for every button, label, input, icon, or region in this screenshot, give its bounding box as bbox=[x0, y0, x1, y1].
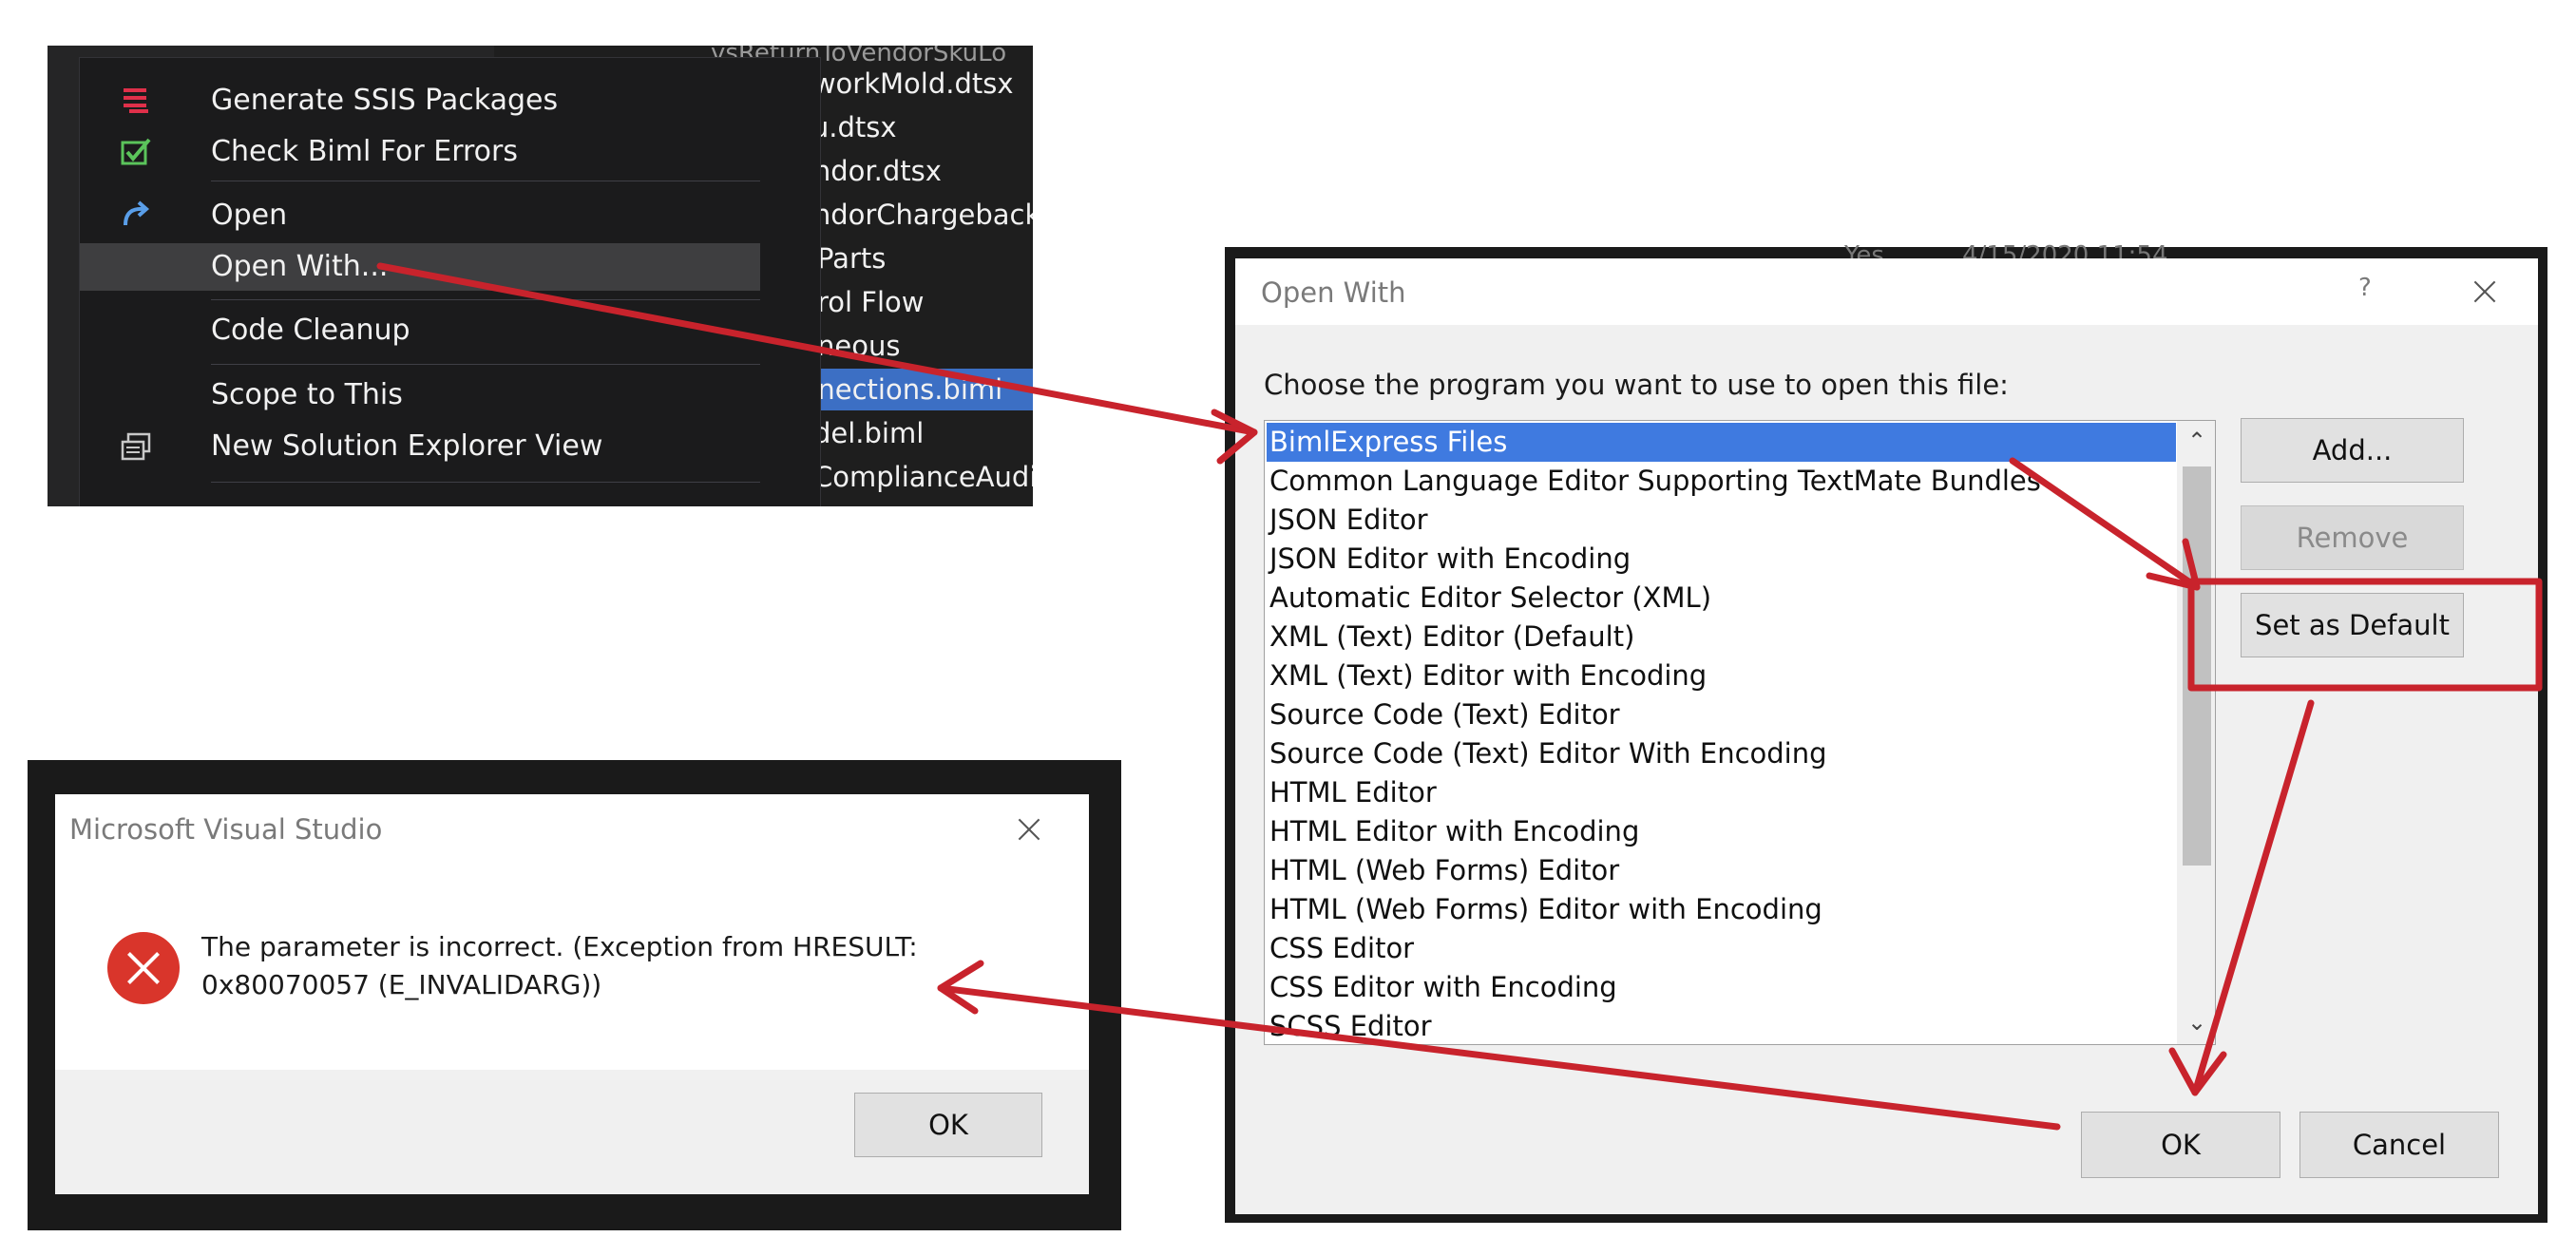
help-button[interactable]: ? bbox=[2358, 274, 2372, 302]
list-item[interactable]: XML (Text) Editor (Default) bbox=[1267, 618, 2176, 657]
list-item[interactable]: XML (Text) Editor with Encoding bbox=[1267, 657, 2176, 695]
dialog-titlebar: Open With ? bbox=[1235, 258, 2538, 325]
list-item[interactable]: CSS Editor bbox=[1267, 929, 2176, 968]
open-with-window-frame: Yes 4/15/2020 11:54 Open With ? Choose t… bbox=[1225, 241, 2547, 1223]
dialog-prompt: Choose the program you want to use to op… bbox=[1264, 369, 2009, 401]
menu-item-code-cleanup[interactable]: Code Cleanup bbox=[80, 307, 760, 354]
list-item[interactable]: JSON Editor with Encoding bbox=[1267, 540, 2176, 579]
menu-item-open-with[interactable]: Open With... bbox=[80, 243, 760, 291]
menu-item-label: Open With... bbox=[211, 250, 389, 283]
menu-separator bbox=[211, 482, 760, 483]
solution-view-icon bbox=[121, 432, 151, 461]
tree-item[interactable]: rol Flow bbox=[817, 281, 925, 323]
menu-item-new-solution-view[interactable]: New Solution Explorer View bbox=[80, 423, 760, 470]
scroll-down-icon[interactable]: ⌄ bbox=[2185, 1010, 2209, 1035]
menu-item-open[interactable]: Open bbox=[80, 192, 760, 239]
set-as-default-button[interactable]: Set as Default bbox=[2241, 593, 2464, 657]
error-dialog-footer: OK bbox=[55, 1070, 1089, 1194]
list-scrollbar[interactable]: ⌃ ⌄ bbox=[2177, 421, 2215, 1044]
check-icon bbox=[121, 138, 151, 165]
error-message: The parameter is incorrect. (Exception f… bbox=[201, 931, 918, 1000]
error-icon bbox=[107, 932, 180, 1004]
tree-item[interactable]: neous bbox=[817, 325, 900, 367]
scrollbar-thumb[interactable] bbox=[2183, 466, 2211, 866]
list-item[interactable]: JSON Editor bbox=[1267, 501, 2176, 540]
solution-explorer-panel: vsReturnToVendorSkuLo eworkMold.dtsx ku.… bbox=[48, 46, 1033, 506]
error-ok-button[interactable]: OK bbox=[854, 1093, 1042, 1157]
menu-item-generate-ssis[interactable]: Generate SSIS Packages bbox=[80, 77, 760, 124]
menu-item-label: Code Cleanup bbox=[211, 314, 410, 347]
list-item[interactable]: Common Language Editor Supporting TextMa… bbox=[1267, 462, 2176, 501]
list-item[interactable]: Automatic Editor Selector (XML) bbox=[1267, 579, 2176, 618]
menu-separator bbox=[211, 299, 760, 300]
menu-item-label: New Solution Explorer View bbox=[211, 429, 603, 463]
menu-item-label: Generate SSIS Packages bbox=[211, 84, 559, 117]
menu-item-label: Open bbox=[211, 199, 288, 232]
add-button[interactable]: Add... bbox=[2241, 418, 2464, 483]
menu-separator bbox=[211, 364, 760, 365]
open-arrow-icon bbox=[124, 200, 150, 226]
dialog-title: Open With bbox=[1261, 276, 1406, 309]
program-list[interactable]: BimlExpress Files Common Language Editor… bbox=[1264, 420, 2216, 1045]
open-with-dialog: Open With ? Choose the program you want … bbox=[1235, 258, 2538, 1214]
tree-item-selected[interactable]: nnections.biml bbox=[800, 369, 1033, 410]
list-item[interactable]: HTML Editor with Encoding bbox=[1267, 812, 2176, 851]
list-item[interactable]: CSS Editor with Encoding bbox=[1267, 968, 2176, 1007]
list-item[interactable]: HTML (Web Forms) Editor with Encoding bbox=[1267, 890, 2176, 929]
close-icon[interactable] bbox=[1015, 815, 1043, 844]
error-dialog-title: Microsoft Visual Studio bbox=[69, 813, 383, 846]
tree-item[interactable]: del.biml bbox=[813, 412, 924, 454]
tree-item[interactable]: endorChargebackProj bbox=[796, 194, 1033, 236]
list-item[interactable]: HTML (Web Forms) Editor bbox=[1267, 851, 2176, 890]
list-item[interactable]: Source Code (Text) Editor bbox=[1267, 695, 2176, 734]
list-item[interactable]: Source Code (Text) Editor With Encoding bbox=[1267, 734, 2176, 773]
menu-item-label: Scope to This bbox=[211, 378, 403, 411]
ok-button[interactable]: OK bbox=[2081, 1112, 2280, 1178]
menu-item-check-biml[interactable]: Check Biml For Errors bbox=[80, 128, 760, 176]
scroll-up-icon[interactable]: ⌃ bbox=[2185, 428, 2209, 453]
tree-item[interactable]: eworkMold.dtsx bbox=[796, 63, 1014, 105]
menu-item-label: Check Biml For Errors bbox=[211, 135, 518, 168]
list-item[interactable]: SCSS Editor bbox=[1267, 1007, 2176, 1044]
list-item-selected[interactable]: BimlExpress Files bbox=[1267, 423, 2176, 462]
cancel-button[interactable]: Cancel bbox=[2299, 1112, 2499, 1178]
list-item[interactable]: HTML Editor bbox=[1267, 773, 2176, 812]
error-dialog: Microsoft Visual Studio The parameter is… bbox=[55, 794, 1089, 1194]
tree-item[interactable]: Parts bbox=[817, 238, 886, 279]
context-menu: Generate SSIS Packages Check Biml For Er… bbox=[79, 57, 821, 506]
menu-item-scope-to-this[interactable]: Scope to This bbox=[80, 371, 760, 419]
error-window-frame: Microsoft Visual Studio The parameter is… bbox=[28, 760, 1121, 1230]
tree-item[interactable]: ComplianceAudit.bim bbox=[813, 456, 1033, 498]
close-icon[interactable] bbox=[2471, 277, 2499, 306]
remove-button[interactable]: Remove bbox=[2241, 505, 2464, 570]
ssis-packages-icon bbox=[124, 88, 148, 113]
